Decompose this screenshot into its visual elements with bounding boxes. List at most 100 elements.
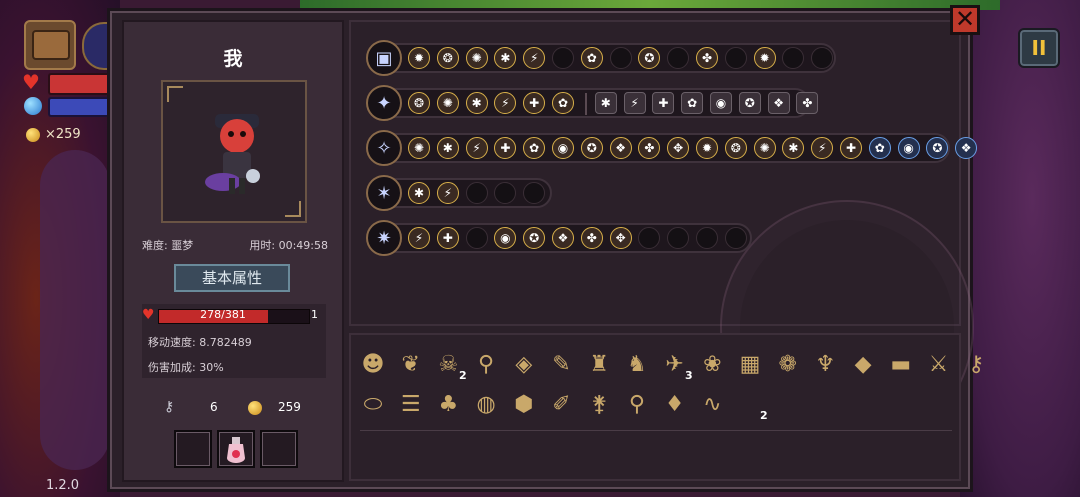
rune-icon[interactable]: ✥ xyxy=(667,137,690,159)
magnifier-item-icon[interactable]: ⚲ xyxy=(620,387,654,421)
rune-icon[interactable]: ✚ xyxy=(523,92,546,114)
basic-attributes-button[interactable]: 基本属性 xyxy=(174,264,290,292)
empty-rune-slot[interactable] xyxy=(782,47,805,69)
rune-icon[interactable]: ✪ xyxy=(926,137,949,159)
rune-icon[interactable]: ❂ xyxy=(408,92,430,114)
passive-rune-icon[interactable]: ✱ xyxy=(594,92,617,114)
rune-icon[interactable]: ✺ xyxy=(408,137,430,159)
rune-icon[interactable]: ✿ xyxy=(523,137,546,159)
passive-rune-icon[interactable]: ⚡ xyxy=(623,92,646,114)
rune-icon[interactable]: ✹ xyxy=(408,47,430,69)
weapon-icon[interactable]: ▣ xyxy=(366,40,402,76)
rune-icon[interactable]: ◉ xyxy=(897,137,920,159)
claw-item-icon[interactable]: ♣ xyxy=(431,387,465,421)
bar-item-icon[interactable]: ▬ xyxy=(884,347,918,381)
keyring-item-icon[interactable]: ⚵ xyxy=(582,387,616,421)
rune-icon[interactable]: ✤ xyxy=(696,47,718,69)
egg-item-icon[interactable]: ◍ xyxy=(469,387,503,421)
empty-rune-slot[interactable] xyxy=(724,47,747,69)
empty-rune-slot[interactable] xyxy=(811,47,834,69)
rune-icon[interactable]: ✹ xyxy=(753,47,776,69)
weapon-icon[interactable]: ✦ xyxy=(366,85,402,121)
rune-icon[interactable]: ✺ xyxy=(753,137,776,159)
weapon-row[interactable]: ▣ ✹ ❂ ✺ ✱ ⚡ ✿ ✪ ✤ ✹ xyxy=(366,40,836,76)
rune-icon[interactable]: ◉ xyxy=(494,227,517,249)
rune-icon[interactable]: ✚ xyxy=(436,227,459,249)
rune-icon[interactable]: ✱ xyxy=(782,137,805,159)
glove-item-icon[interactable]: ◈ xyxy=(507,347,541,381)
rune-icon[interactable]: ✪ xyxy=(580,137,603,159)
rune-icon[interactable]: ✿ xyxy=(552,92,574,114)
rune-icon[interactable]: ❂ xyxy=(436,47,459,69)
rune-icon[interactable]: ✤ xyxy=(638,137,661,159)
empty-rune-slot[interactable] xyxy=(494,182,517,204)
rune-icon[interactable]: ❖ xyxy=(552,227,574,249)
rune-icon[interactable]: ✱ xyxy=(436,137,459,159)
close-button[interactable]: ✕ xyxy=(950,5,980,35)
weapon-icon[interactable]: ✶ xyxy=(366,175,402,211)
rune-icon[interactable]: ✺ xyxy=(436,92,459,114)
rune-icon[interactable]: ⚡ xyxy=(436,182,459,204)
empty-rune-slot[interactable] xyxy=(523,182,546,204)
spring-item-icon[interactable]: ☰ xyxy=(394,387,428,421)
rune-icon[interactable]: ✱ xyxy=(494,47,517,69)
weapon-icon[interactable]: ✷ xyxy=(366,220,402,256)
armor-item-icon[interactable]: ♞ xyxy=(620,347,654,381)
empty-rune-slot[interactable] xyxy=(667,227,690,249)
scroll-item-icon[interactable]: ✎ xyxy=(545,347,579,381)
rune-icon[interactable]: ✹ xyxy=(696,137,718,159)
chalice-item-icon[interactable]: ♆ xyxy=(808,347,842,381)
pause-button[interactable]: II xyxy=(1018,28,1060,68)
crystal-item-icon[interactable]: ♦ xyxy=(658,387,692,421)
rune-icon[interactable]: ✱ xyxy=(408,182,430,204)
empty-rune-slot[interactable] xyxy=(667,47,690,69)
rune-icon[interactable]: ✿ xyxy=(580,47,603,69)
item-slot[interactable] xyxy=(260,430,298,468)
rune-icon[interactable]: ❖ xyxy=(609,137,632,159)
rune-icon[interactable]: ⚡ xyxy=(811,137,834,159)
mirror-item-icon[interactable]: ⬭ xyxy=(356,387,390,421)
empty-rune-slot[interactable] xyxy=(724,227,747,249)
rune-icon[interactable]: ❂ xyxy=(724,137,747,159)
empty-rune-slot[interactable] xyxy=(609,47,632,69)
empty-rune-slot[interactable] xyxy=(638,227,661,249)
weapon-icon[interactable]: ✧ xyxy=(366,130,402,166)
rune-icon[interactable]: ✪ xyxy=(523,227,546,249)
rune-icon[interactable]: ✱ xyxy=(465,92,488,114)
weapon-row[interactable]: ✦ ❂ ✺ ✱ ⚡ ✚ ✿ ✱ ⚡ ✚ ✿ ◉ ✪ ❖ ✤ xyxy=(366,85,819,121)
empty-rune-slot[interactable] xyxy=(696,227,718,249)
cube-item-icon[interactable]: ◆ xyxy=(846,347,880,381)
empty-rune-slot[interactable] xyxy=(465,182,488,204)
witch-item-icon[interactable]: ☻ xyxy=(356,347,390,381)
rune-icon[interactable]: ✤ xyxy=(580,227,603,249)
weapon-row[interactable]: ✶ ✱ ⚡ xyxy=(366,175,552,211)
item-slot-potion[interactable] xyxy=(217,430,255,468)
shell-item-icon[interactable]: ❀ xyxy=(695,347,729,381)
rune-icon[interactable]: ✚ xyxy=(494,137,517,159)
mask-item-icon[interactable]: ⬢ xyxy=(507,387,541,421)
key-item-icon[interactable]: ⚲ xyxy=(469,347,503,381)
passive-rune-icon[interactable]: ✿ xyxy=(681,92,704,114)
passive-rune-icon[interactable]: ✚ xyxy=(652,92,675,114)
rune-icon[interactable]: ⚡ xyxy=(408,227,430,249)
blade-item-icon[interactable]: ⚔ xyxy=(922,347,956,381)
cloak-item-icon[interactable]: ♜ xyxy=(582,347,616,381)
rune-icon[interactable]: ⚡ xyxy=(465,137,488,159)
empty-rune-slot[interactable] xyxy=(465,227,488,249)
passive-rune-icon[interactable]: ✪ xyxy=(738,92,761,114)
chest-icon[interactable] xyxy=(24,20,76,70)
passive-rune-icon[interactable]: ❖ xyxy=(767,92,790,114)
hook-item-icon[interactable]: ∿ xyxy=(695,387,729,421)
rune-item-icon[interactable]: ▦ xyxy=(733,347,767,381)
skeleton-key-item-icon[interactable]: ⚷ xyxy=(959,347,993,381)
weapon-row[interactable]: ✧ ✺ ✱ ⚡ ✚ ✿ ◉ ✪ ❖ ✤ ✥ ✹ ❂ ✺ ✱ ⚡ ✚ ✿ ◉ ✪ ❖ xyxy=(366,130,978,166)
rune-icon[interactable]: ✪ xyxy=(638,47,661,69)
feather-item-icon[interactable]: ✐ xyxy=(545,387,579,421)
rune-icon[interactable]: ✺ xyxy=(465,47,488,69)
flower-item-icon[interactable]: ❁ xyxy=(771,347,805,381)
rune-icon[interactable]: ◉ xyxy=(552,137,574,159)
passive-rune-icon[interactable]: ◉ xyxy=(710,92,732,114)
item-slot[interactable] xyxy=(174,430,212,468)
passive-rune-icon[interactable]: ✤ xyxy=(796,92,819,114)
weapon-row[interactable]: ✷ ⚡ ✚ ◉ ✪ ❖ ✤ ✥ xyxy=(366,220,752,256)
